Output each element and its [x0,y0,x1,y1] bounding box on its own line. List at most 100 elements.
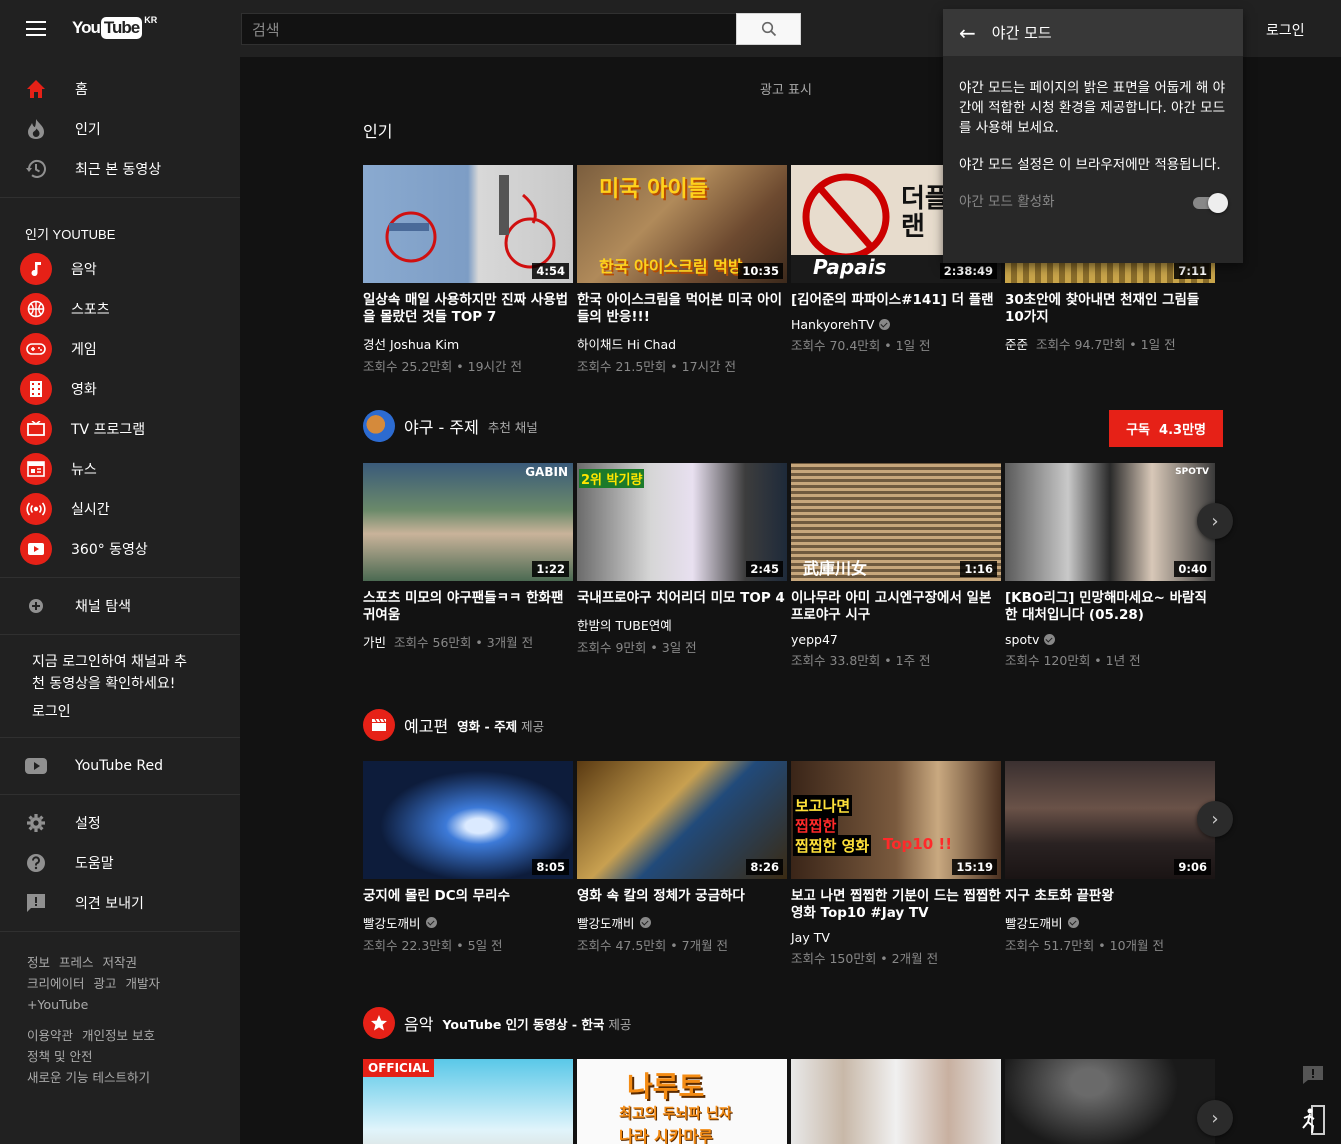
back-arrow-icon[interactable]: ← [959,21,976,45]
carousel-next-button[interactable]: › [1197,1100,1233,1136]
trailers-icon[interactable] [363,709,395,741]
video-card[interactable]: SPOTV 0:40 [KBO리그] 민망해마세요~ 바람직한 대처입니다 (0… [1005,463,1215,669]
footer-link[interactable]: 정보 [27,955,50,970]
section-title[interactable]: 예고편 [404,713,448,737]
section-title[interactable]: 야구 - 주제 [404,414,479,438]
footer-link[interactable]: 개발자 [126,976,161,991]
video-card[interactable]: OFFICIAL [363,1059,573,1144]
carousel-next-button[interactable]: › [1197,503,1233,539]
video-card[interactable]: 2위 박기량 2:45 국내프로야구 치어리더 미모 TOP 4 한밤의 TUB… [577,463,787,669]
feedback-icon[interactable] [1302,1065,1324,1085]
video-card[interactable]: 8:05 궁지에 몰린 DC의 무리수 빨강도깨비 조회수 22.3만회 • 5… [363,761,573,967]
section-title[interactable]: 음악 [404,1011,433,1035]
video-thumbnail[interactable] [791,1059,1001,1144]
footer-link[interactable]: +YouTube [27,997,88,1012]
video-title[interactable]: 이나무라 아미 고시엔구장에서 일본 프로야구 시구 [791,590,1001,624]
footer-link[interactable]: 개인정보 보호 [82,1028,155,1043]
sidebar-item-help[interactable]: 도움말 [0,843,240,883]
video-thumbnail[interactable]: GABIN 1:22 [363,463,573,581]
video-thumbnail[interactable]: 9:06 [1005,761,1215,879]
sidebar-login-button[interactable]: 로그인 [0,695,240,729]
channel-name[interactable]: 가빈 조회수 56만회 • 3개월 전 [363,632,573,651]
channel-name[interactable]: HankyorehTV [791,317,1001,332]
search-input[interactable]: 검색 [241,13,737,45]
channel-name[interactable]: 한밤의 TUBE연예 [577,615,787,634]
video-title[interactable]: 궁지에 몰린 DC의 무리수 [363,888,573,905]
video-thumbnail[interactable]: 미국 아이들 한국 아이스크림 먹방 10:35 [577,165,787,283]
video-title[interactable]: 스포츠 미모의 야구팬들ㅋㅋ 한화팬 귀여움 [363,590,573,624]
exit-icon[interactable] [1300,1104,1326,1136]
subscribe-button[interactable]: 구독 4.3만명 [1109,410,1223,447]
sidebar-item-trending[interactable]: 인기 [0,109,240,149]
sidebar-item-sports[interactable]: 스포츠 [0,289,240,329]
sidebar-item-settings[interactable]: 설정 [0,803,240,843]
channel-avatar[interactable] [363,410,395,442]
sidebar-item-youtube-red[interactable]: YouTube Red [0,746,240,786]
search-button[interactable] [736,13,801,45]
video-thumbnail[interactable]: 武庫川女 1:16 [791,463,1001,581]
video-card[interactable]: 보고나면 찝찝한 찝찝한 영화 Top10 !! 15:19 보고 나면 찝찝한… [791,761,1001,967]
video-title[interactable]: 국내프로야구 치어리더 미모 TOP 4 [577,590,787,607]
carousel-next-button[interactable]: › [1197,801,1233,837]
sidebar-item-history[interactable]: 최근 본 동영상 [0,149,240,189]
sidebar-item-news[interactable]: 뉴스 [0,449,240,489]
video-card[interactable]: 나루토 최고의 두뇌파 닌자 나라 시카마루 [577,1059,787,1144]
channel-name[interactable]: 하이채드 Hi Chad [577,334,787,353]
sidebar-item-360[interactable]: 360° 동영상 [0,529,240,569]
section-provider[interactable]: YouTube 인기 동영상 - 한국 [442,1014,604,1033]
section-provider[interactable]: 영화 - 주제 [457,716,517,735]
sidebar-item-movies[interactable]: 영화 [0,369,240,409]
youtube-logo[interactable]: You Tube KR [72,15,157,39]
video-title[interactable]: 한국 아이스크림을 먹어본 미국 아이들의 반응!!! [577,292,787,326]
sidebar-item-live[interactable]: 실시간 [0,489,240,529]
video-thumbnail[interactable]: 2위 박기량 2:45 [577,463,787,581]
channel-name[interactable]: 빨강도깨비 [363,913,573,932]
video-title[interactable]: 지구 초토화 끝판왕 [1005,888,1215,905]
video-card[interactable]: 4:54 일상속 매일 사용하지만 진짜 사용법을 몰랐던 것들 TOP 7 경… [363,165,573,375]
video-card[interactable] [791,1059,1001,1144]
sidebar-item-tv[interactable]: TV 프로그램 [0,409,240,449]
video-card[interactable]: 8:26 영화 속 칼의 정체가 궁금하다 빨강도깨비 조회수 47.5만회 •… [577,761,787,967]
video-title[interactable]: 30초안에 찾아내면 천재인 그림들 10가지 [1005,292,1215,326]
sidebar-item-feedback[interactable]: 의견 보내기 [0,883,240,923]
menu-icon[interactable] [26,21,46,36]
video-thumbnail[interactable]: 나루토 최고의 두뇌파 닌자 나라 시카마루 [577,1059,787,1144]
sidebar-item-browse-channels[interactable]: 채널 탐색 [0,586,240,626]
video-thumbnail[interactable]: 8:26 [577,761,787,879]
sidebar-item-gaming[interactable]: 게임 [0,329,240,369]
video-thumbnail[interactable]: OFFICIAL [363,1059,573,1144]
video-card[interactable]: 武庫川女 1:16 이나무라 아미 고시엔구장에서 일본 프로야구 시구 yep… [791,463,1001,669]
footer-link[interactable]: 크리에이터 [27,976,85,991]
login-button[interactable]: 로그인 [1266,20,1305,40]
channel-name[interactable]: yepp47 [791,632,1001,647]
footer-link[interactable]: 새로운 기능 테스트하기 [27,1070,150,1085]
footer-link[interactable]: 이용약관 [27,1028,73,1043]
footer-link[interactable]: 광고 [94,976,117,991]
channel-name[interactable]: 경선 Joshua Kim [363,334,573,353]
video-title[interactable]: [김어준의 파파이스#141] 더 플랜 [791,292,1001,309]
star-icon[interactable] [363,1007,395,1039]
footer-link[interactable]: 정책 및 안전 [27,1049,92,1064]
video-title[interactable]: 보고 나면 찝찝한 기분이 드는 찝찝한 영화 Top10 #Jay TV [791,888,1001,922]
ad-label[interactable]: 광고 표시 [760,79,812,98]
channel-name[interactable]: Jay TV [791,930,1001,945]
video-title[interactable]: 영화 속 칼의 정체가 궁금하다 [577,888,787,905]
channel-name[interactable]: 빨강도깨비 [1005,913,1215,932]
video-title[interactable]: 일상속 매일 사용하지만 진짜 사용법을 몰랐던 것들 TOP 7 [363,292,573,326]
video-thumbnail[interactable]: 8:05 [363,761,573,879]
video-card[interactable]: GABIN 1:22 스포츠 미모의 야구팬들ㅋㅋ 한화팬 귀여움 가빈 조회수 … [363,463,573,669]
channel-name[interactable]: spotv [1005,632,1215,647]
footer-link[interactable]: 저작권 [103,955,138,970]
channel-name[interactable]: 빨강도깨비 [577,913,787,932]
video-thumbnail[interactable]: 4:54 [363,165,573,283]
video-thumbnail[interactable]: 보고나면 찝찝한 찝찝한 영화 Top10 !! 15:19 [791,761,1001,879]
video-card[interactable]: 미국 아이들 한국 아이스크림 먹방 10:35 한국 아이스크림을 먹어본 미… [577,165,787,375]
sidebar-item-home[interactable]: 홈 [0,69,240,109]
video-thumbnail[interactable]: SPOTV 0:40 [1005,463,1215,581]
dark-mode-toggle[interactable] [1191,192,1228,213]
video-card[interactable]: 9:06 지구 초토화 끝판왕 빨강도깨비 조회수 51.7만회 • 10개월 … [1005,761,1215,967]
sidebar-item-music[interactable]: 음악 [0,249,240,289]
video-card[interactable] [1005,1059,1215,1144]
dark-mode-toggle-row[interactable]: 야간 모드 활성화 [959,192,1228,213]
channel-name[interactable]: 준준 조회수 94.7만회 • 1일 전 [1005,334,1215,353]
